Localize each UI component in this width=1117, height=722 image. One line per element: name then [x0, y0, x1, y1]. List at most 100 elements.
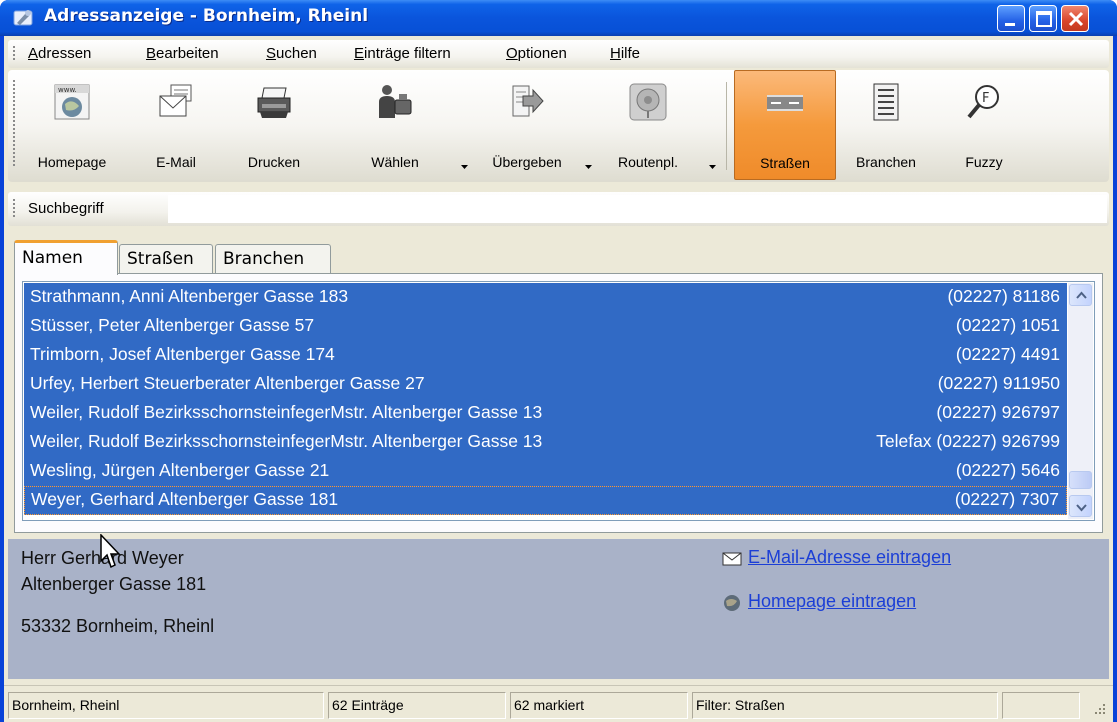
branches-button[interactable]: Branchen	[840, 70, 932, 180]
list-item[interactable]: Urfey, Herbert Steuerberater Altenberger…	[24, 370, 1067, 399]
search-label: Suchbegriff	[28, 200, 104, 217]
search-bar: Suchbegriff	[8, 192, 1109, 226]
list-item[interactable]: Weiler, Rudolf BezirksschornsteinfegerMs…	[24, 399, 1067, 428]
menu-hilfe[interactable]: Hilfe	[610, 45, 640, 62]
status-filter: Filter: Straßen	[692, 692, 998, 719]
add-homepage-link[interactable]: Homepage eintragen	[748, 591, 916, 612]
svg-text:F: F	[982, 91, 989, 106]
entry-phone: (02227) 1051	[955, 315, 1060, 335]
list-item[interactable]: Stüsser, Peter Altenberger Gasse 57 (022…	[24, 312, 1067, 341]
mouse-cursor-icon	[100, 534, 121, 569]
entry-phone: (02227) 4491	[955, 344, 1060, 364]
list-item[interactable]: Trimborn, Josef Altenberger Gasse 174 (0…	[24, 341, 1067, 370]
streets-filter-label: Straßen	[760, 155, 810, 171]
vertical-scrollbar[interactable]	[1068, 283, 1093, 519]
menu-optionen[interactable]: Optionen	[506, 45, 567, 62]
envelope-icon	[722, 552, 742, 566]
tab-strassen[interactable]: Straßen	[119, 244, 213, 274]
maximize-icon	[1036, 11, 1052, 27]
globe-icon	[724, 595, 740, 611]
homepage-button[interactable]: www. Homepage	[20, 70, 124, 180]
transfer-dropdown-arrow-icon[interactable]	[584, 164, 593, 170]
entry-name: Trimborn, Josef Altenberger Gasse 174	[30, 344, 335, 364]
streets-filter-button[interactable]: Straßen	[734, 70, 836, 180]
dial-button[interactable]: Wählen	[352, 70, 438, 180]
close-icon	[1068, 11, 1084, 27]
minimize-button[interactable]	[997, 5, 1025, 32]
title-bar[interactable]: Adressanzeige - Bornheim, Rheinl	[0, 0, 1117, 36]
search-input[interactable]	[168, 195, 1107, 223]
menubar-grip[interactable]	[13, 46, 16, 62]
entry-phone: Telefax (02227) 926799	[876, 431, 1060, 451]
entry-name: Strathmann, Anni Altenberger Gasse 183	[30, 286, 349, 306]
toolbar: www. Homepage E-Mail Drucken Wählen Über…	[8, 70, 1109, 182]
status-bar: Bornheim, Rheinl 62 Einträge 62 markiert…	[4, 685, 1113, 722]
printer-icon	[257, 87, 291, 118]
street-icon	[767, 95, 803, 111]
route-dropdown-arrow-icon[interactable]	[708, 164, 717, 170]
scroll-up-button[interactable]	[1069, 284, 1092, 306]
toolbar-grip[interactable]	[13, 80, 16, 168]
chevron-down-icon	[1076, 504, 1087, 512]
magnifier-f-icon: F	[967, 85, 999, 119]
www-globe-icon: www.	[54, 84, 90, 120]
scroll-thumb[interactable]	[1069, 471, 1092, 489]
list-item[interactable]: Strathmann, Anni Altenberger Gasse 183 (…	[24, 283, 1067, 312]
email-label: E-Mail	[156, 154, 196, 170]
contact-street: Altenberger Gasse 181	[21, 574, 207, 594]
list-item[interactable]: Weiler, Rudolf BezirksschornsteinfegerMs…	[24, 428, 1067, 457]
address-list[interactable]: Strathmann, Anni Altenberger Gasse 183 (…	[22, 281, 1095, 521]
fuzzy-button[interactable]: F Fuzzy	[944, 70, 1024, 180]
entry-phone: (02227) 5646	[955, 460, 1060, 480]
toolbar-separator	[726, 82, 727, 170]
menu-adressen[interactable]: Adressen	[28, 45, 91, 62]
add-email-link[interactable]: E-Mail-Adresse eintragen	[748, 547, 951, 568]
list-icon	[873, 83, 899, 121]
address-rows: Strathmann, Anni Altenberger Gasse 183 (…	[24, 283, 1067, 515]
resize-grip-icon[interactable]	[1091, 700, 1107, 716]
entry-phone: (02227) 926797	[936, 402, 1060, 422]
minimize-icon	[1005, 23, 1015, 26]
menu-eintraege-filtern[interactable]: Einträge filtern	[354, 45, 451, 62]
route-planner-button[interactable]: Routenpl.	[598, 70, 698, 180]
tab-branchen[interactable]: Branchen	[215, 244, 331, 274]
app-window: Adressanzeige - Bornheim, Rheinl Adresse…	[0, 0, 1117, 722]
close-button[interactable]	[1061, 5, 1089, 32]
entry-name: Stüsser, Peter Altenberger Gasse 57	[30, 315, 315, 335]
searchbar-grip[interactable]	[13, 199, 16, 219]
envelope-icon	[159, 84, 192, 117]
entry-name: Weiler, Rudolf BezirksschornsteinfegerMs…	[30, 431, 543, 451]
status-entries: 62 Einträge	[328, 692, 506, 719]
email-button[interactable]: E-Mail	[134, 70, 218, 180]
scroll-down-button[interactable]	[1069, 495, 1092, 517]
transfer-button[interactable]: Übergeben	[474, 70, 580, 180]
branches-label: Branchen	[856, 154, 916, 170]
client-area: Adressen Bearbeiten Suchen Einträge filt…	[4, 36, 1113, 722]
maximize-button[interactable]	[1029, 5, 1057, 32]
entry-name: Wesling, Jürgen Altenberger Gasse 21	[30, 460, 330, 480]
list-item[interactable]: Wesling, Jürgen Altenberger Gasse 21 (02…	[24, 457, 1067, 486]
homepage-label: Homepage	[37, 154, 107, 170]
list-item-focused[interactable]: Weyer, Gerhard Altenberger Gasse 181 (02…	[24, 486, 1067, 515]
transfer-label: Übergeben	[492, 154, 562, 170]
menu-suchen[interactable]: Suchen	[266, 45, 317, 62]
entry-name: Weyer, Gerhard Altenberger Gasse 181	[31, 489, 339, 509]
menu-bearbeiten[interactable]: Bearbeiten	[146, 45, 219, 62]
list-frame: Strathmann, Anni Altenberger Gasse 183 (…	[14, 273, 1103, 533]
status-place: Bornheim, Rheinl	[8, 692, 324, 719]
contact-city: 53332 Bornheim, Rheinl	[21, 616, 215, 636]
route-planner-label: Routenpl.	[618, 154, 678, 170]
phone-dial-icon	[379, 85, 412, 118]
tab-namen[interactable]: Namen	[14, 240, 118, 275]
entry-name: Weiler, Rudolf BezirksschornsteinfegerMs…	[30, 402, 543, 422]
details-panel: Herr Gerhard Weyer Altenberger Gasse 181…	[8, 539, 1109, 679]
dial-dropdown-arrow-icon[interactable]	[460, 164, 469, 170]
route-map-icon	[629, 83, 667, 121]
status-extra	[1002, 692, 1080, 719]
export-arrow-icon	[512, 85, 544, 117]
chevron-up-icon	[1076, 291, 1087, 299]
print-button[interactable]: Drucken	[226, 70, 322, 180]
window-title: Adressanzeige - Bornheim, Rheinl	[44, 6, 369, 26]
entry-phone: (02227) 81186	[947, 286, 1060, 306]
dial-label: Wählen	[371, 154, 419, 170]
